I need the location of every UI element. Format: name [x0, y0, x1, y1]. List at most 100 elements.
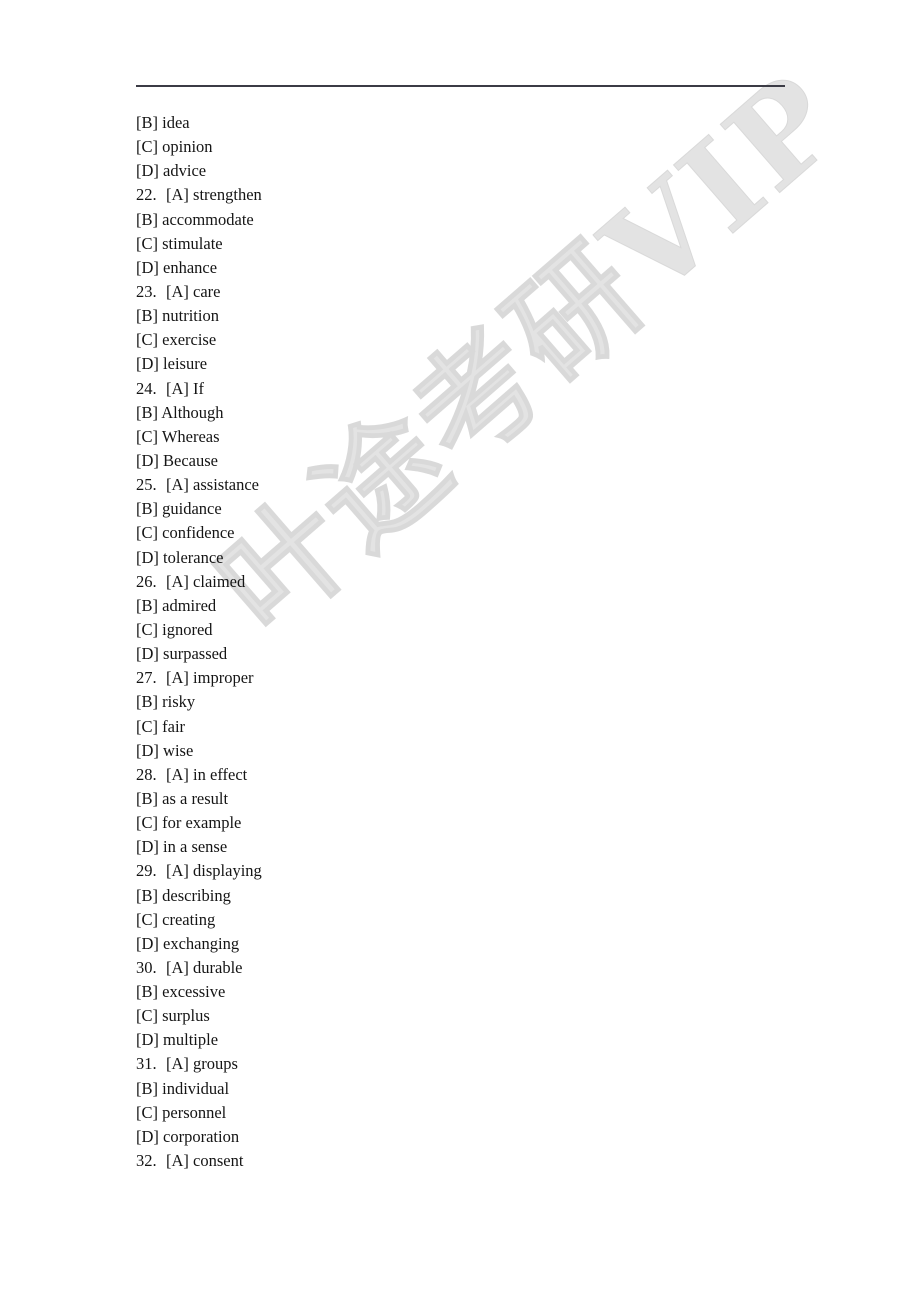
option-text: [D] surpassed: [136, 644, 228, 664]
question-number: 22.: [136, 185, 157, 205]
option-text: [B] Although: [136, 402, 224, 422]
option-line: [B] Although: [136, 401, 836, 425]
option-text: [C] stimulate: [136, 233, 223, 253]
option-text: [B] individual: [136, 1078, 230, 1098]
option-line: [B] idea: [136, 111, 836, 135]
answer-options-list: [B] idea [C] opinion [D] advice 22. [A] stre…: [136, 111, 836, 1173]
option-line: [D] tolerance: [136, 546, 836, 570]
question-number: 28.: [136, 764, 157, 784]
question-line: 29. [A] displaying: [136, 859, 836, 883]
option-text: [B] risky: [136, 692, 196, 712]
question-number: 24.: [136, 378, 157, 398]
option-line: [C] for example: [136, 811, 836, 835]
option-line: [D] wise: [136, 739, 836, 763]
option-line: [B] as a result: [136, 787, 836, 811]
option-line: [B] describing: [136, 884, 836, 908]
option-line: [C] fair: [136, 715, 836, 739]
option-text: [B] describing: [136, 885, 231, 905]
option-line: [C] Whereas: [136, 425, 836, 449]
option-line: [D] corporation: [136, 1125, 836, 1149]
option-line: [D] leisure: [136, 352, 836, 376]
question-line: 23. [A] care: [136, 280, 836, 304]
option-text: [B] as a result: [136, 788, 229, 808]
option-line: [C] creating: [136, 908, 836, 932]
option-text: [D] tolerance: [136, 547, 224, 567]
question-line: 26. [A] claimed: [136, 570, 836, 594]
question-number: 32.: [136, 1151, 157, 1171]
question-line: 30. [A] durable: [136, 956, 836, 980]
option-text: [C] ignored: [136, 619, 213, 639]
option-text: [C] personnel: [136, 1102, 227, 1122]
option-line: [B] excessive: [136, 980, 836, 1004]
question-line: 25. [A] assistance: [136, 473, 836, 497]
option-text: [A] improper: [166, 668, 254, 688]
option-line: [D] multiple: [136, 1028, 836, 1052]
option-text: [A] assistance: [166, 475, 260, 495]
option-text: [B] excessive: [136, 982, 226, 1002]
option-text: [D] enhance: [136, 257, 218, 277]
option-text: [D] wise: [136, 740, 194, 760]
option-text: [A] displaying: [166, 861, 262, 881]
option-text: [C] confidence: [136, 523, 235, 543]
option-text: [A] care: [166, 281, 221, 301]
option-text: [A] If: [166, 378, 205, 398]
question-line: 32. [A] consent: [136, 1149, 836, 1173]
option-text: [B] accommodate: [136, 209, 254, 229]
option-line: [C] confidence: [136, 521, 836, 545]
option-text: [D] exchanging: [136, 933, 240, 953]
option-line: [B] guidance: [136, 497, 836, 521]
option-text: [A] in effect: [166, 764, 248, 784]
option-text: [D] Because: [136, 450, 219, 470]
option-text: [A] consent: [166, 1151, 244, 1171]
option-text: [B] admired: [136, 595, 217, 615]
question-line: 28. [A] in effect: [136, 763, 836, 787]
option-line: [D] advice: [136, 159, 836, 183]
option-line: [D] Because: [136, 449, 836, 473]
option-line: [C] stimulate: [136, 232, 836, 256]
option-text: [A] groups: [166, 1054, 238, 1074]
option-text: [D] multiple: [136, 1030, 219, 1050]
option-line: [C] ignored: [136, 618, 836, 642]
option-line: [C] surplus: [136, 1004, 836, 1028]
question-number: 30.: [136, 957, 157, 977]
option-text: [C] creating: [136, 909, 216, 929]
question-number: 26.: [136, 571, 157, 591]
option-text: [C] Whereas: [136, 426, 220, 446]
question-number: 27.: [136, 668, 157, 688]
option-line: [B] risky: [136, 690, 836, 714]
option-text: [C] for example: [136, 813, 242, 833]
question-line: 24. [A] If: [136, 377, 836, 401]
option-text: [C] surplus: [136, 1006, 210, 1026]
option-text: [A] claimed: [166, 571, 246, 591]
option-text: [D] in a sense: [136, 837, 228, 857]
question-line: 31. [A] groups: [136, 1052, 836, 1076]
option-text: [A] strengthen: [166, 185, 262, 205]
option-line: [C] opinion: [136, 135, 836, 159]
option-text: [D] leisure: [136, 354, 208, 374]
option-text: [C] fair: [136, 716, 186, 736]
option-line: [B] individual: [136, 1077, 836, 1101]
option-line: [B] nutrition: [136, 304, 836, 328]
option-line: [B] accommodate: [136, 208, 836, 232]
option-line: [C] personnel: [136, 1101, 836, 1125]
question-line: 27. [A] improper: [136, 666, 836, 690]
option-line: [B] admired: [136, 594, 836, 618]
question-number: 31.: [136, 1054, 157, 1074]
header-horizontal-rule: [136, 85, 785, 87]
question-number: 23.: [136, 281, 157, 301]
option-text: [B] nutrition: [136, 306, 219, 326]
question-line: 22. [A] strengthen: [136, 183, 836, 207]
option-line: [D] exchanging: [136, 932, 836, 956]
question-number: 25.: [136, 475, 157, 495]
option-line: [D] surpassed: [136, 642, 836, 666]
document-page: 叶途考研VIP [B] idea [C] opinion [D] advice 22.…: [0, 0, 920, 1302]
option-line: [D] in a sense: [136, 835, 836, 859]
option-line: [C] exercise: [136, 328, 836, 352]
option-text: [A] durable: [166, 957, 243, 977]
question-number: 29.: [136, 861, 157, 881]
option-line: [D] enhance: [136, 256, 836, 280]
option-text: [C] opinion: [136, 137, 213, 157]
option-text: [B] guidance: [136, 499, 222, 519]
option-text: [D] advice: [136, 161, 207, 181]
option-text: [B] idea: [136, 113, 190, 132]
